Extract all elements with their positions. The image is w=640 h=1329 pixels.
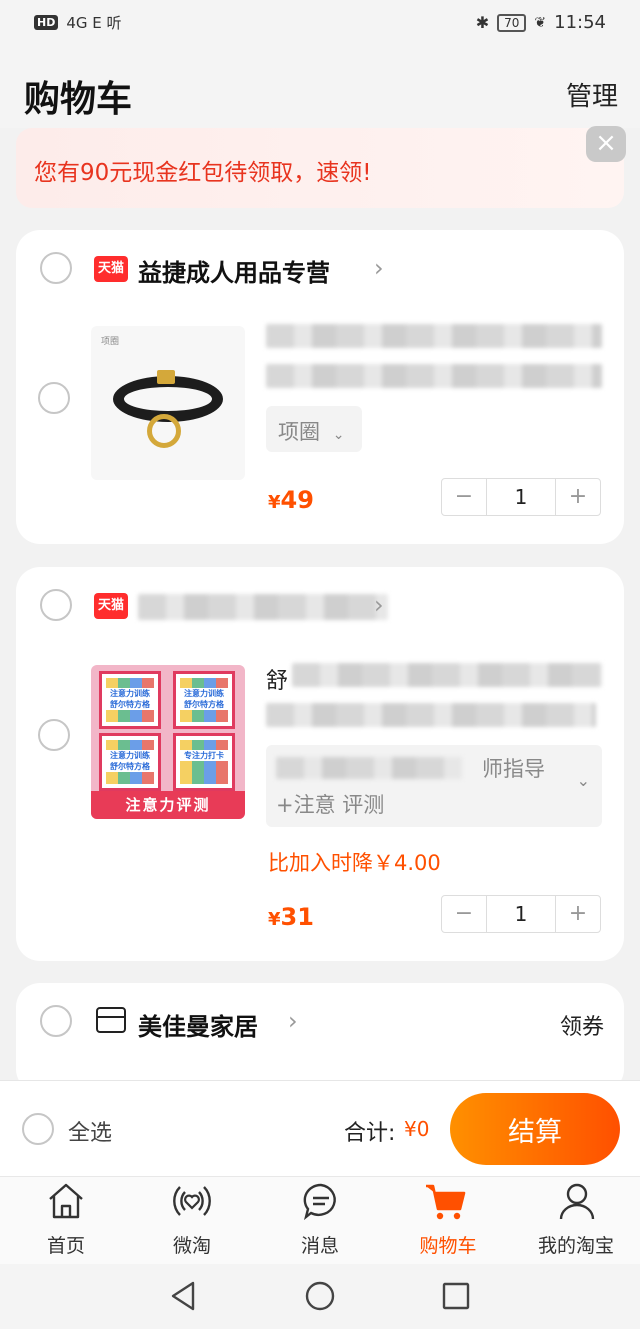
sku-text-blurred <box>276 757 462 779</box>
collar-ring <box>147 414 181 448</box>
tmall-badge: 天猫 <box>94 256 128 282</box>
sku-text-suffix: 师指导 <box>482 757 545 781</box>
status-bar: HD 4G E 听 ✱ 70 ❦ 11:54 <box>0 0 640 48</box>
quantity-stepper[interactable]: − 1 + <box>441 895 601 933</box>
close-icon[interactable]: × <box>586 126 626 162</box>
thumb-caption: 项圈 <box>101 337 120 347</box>
total-value: ¥0 <box>404 1117 430 1141</box>
message-icon <box>303 1183 336 1221</box>
quantity-stepper[interactable]: − 1 + <box>441 478 601 516</box>
page-title: 购物车 <box>24 79 133 120</box>
store-card-3: 美佳曼家居 › 领券 <box>16 983 624 1093</box>
item-title-blurred[interactable] <box>266 324 602 348</box>
select-all-label[interactable]: 全选 <box>68 1115 112 1147</box>
recents-icon[interactable] <box>441 1281 471 1311</box>
status-left: HD 4G E 听 <box>34 12 122 33</box>
chevron-right-icon: › <box>374 254 384 282</box>
item-thumbnail[interactable]: 注意力训练 舒尔特方格 注意力训练 舒尔特方格 注意力训练 舒尔特方格 专注力打… <box>91 665 245 819</box>
tab-cart[interactable]: 购物车 <box>384 1177 512 1265</box>
tab-weitao[interactable]: 微淘 <box>128 1177 256 1265</box>
banner-text: 您有90元现金红包待领取，速领! <box>34 160 372 186</box>
tab-bar: 首页 微淘 消息 购物车 我的淘宝 <box>0 1176 640 1264</box>
red-packet-banner[interactable]: 您有90元现金红包待领取，速领! × <box>16 126 626 208</box>
price-value: 31 <box>280 903 314 931</box>
checkout-button[interactable]: 结算 <box>450 1093 620 1165</box>
item-select-radio[interactable] <box>38 719 70 751</box>
tmall-badge: 天猫 <box>94 593 128 619</box>
store-icon <box>96 1007 126 1033</box>
hd-badge: HD <box>34 15 59 30</box>
thumb-label: 注意力评测 <box>91 791 245 819</box>
chevron-right-icon: › <box>374 591 384 619</box>
tab-label: 首页 <box>46 1235 85 1257</box>
card-tile: 注意力训练 舒尔特方格 <box>173 671 235 729</box>
item-select-radio[interactable] <box>38 382 70 414</box>
tab-messages[interactable]: 消息 <box>256 1177 384 1265</box>
bluetooth-icon: ✱ <box>475 13 490 32</box>
plus-icon[interactable]: + <box>556 479 600 515</box>
store-select-radio[interactable] <box>40 252 72 284</box>
total-label: 合计: <box>344 1121 396 1146</box>
chevron-right-icon: › <box>288 1007 298 1035</box>
home-circle-icon[interactable] <box>304 1280 336 1312</box>
item-price: ¥49 <box>268 486 314 514</box>
manage-button[interactable]: 管理 <box>566 76 618 113</box>
card-tile: 注意力训练 舒尔特方格 <box>99 671 161 729</box>
checkout-bar: 全选 合计: ¥0 结算 <box>0 1080 640 1176</box>
feed-icon <box>173 1186 211 1216</box>
tab-label: 消息 <box>300 1235 339 1257</box>
store-card-2: 天猫 › 注意力训练 舒尔特方格 注意力训练 舒尔特方格 注意力训练 舒尔特方格… <box>16 567 624 961</box>
tab-label: 购物车 <box>419 1235 477 1257</box>
price-value: 49 <box>280 486 314 514</box>
shop-name[interactable]: 益捷成人用品专营 <box>138 253 330 288</box>
status-right: ✱ 70 ❦ 11:54 <box>476 12 606 33</box>
item-thumbnail[interactable]: 项圈 <box>91 326 245 480</box>
price-drop-note: 比加入时降￥4.00 <box>268 851 441 875</box>
plus-icon[interactable]: + <box>556 896 600 932</box>
store-select-radio[interactable] <box>40 1005 72 1037</box>
minus-icon[interactable]: − <box>442 896 486 932</box>
store-select-radio[interactable] <box>40 589 72 621</box>
card-tile: 注意力训练 舒尔特方格 <box>99 733 161 791</box>
tab-label: 微淘 <box>172 1235 211 1257</box>
network-text: 4G E 听 <box>66 14 122 32</box>
quantity-value[interactable]: 1 <box>486 479 556 515</box>
back-icon[interactable] <box>168 1280 198 1312</box>
system-nav-bar <box>0 1264 640 1329</box>
shop-name[interactable]: 美佳曼家居 <box>138 1007 258 1042</box>
chevron-down-icon: ⌄ <box>332 427 345 443</box>
tab-label: 我的淘宝 <box>537 1235 614 1257</box>
quantity-value[interactable]: 1 <box>486 896 556 932</box>
store-card-1: 天猫 益捷成人用品专营 › 项圈 项圈 ⌄ ¥49 − 1 + <box>16 230 624 544</box>
item-price: ¥31 <box>268 903 314 931</box>
minus-icon[interactable]: − <box>442 479 486 515</box>
price-symbol: ¥ <box>268 492 281 513</box>
item-title-blurred-line2[interactable] <box>266 364 602 388</box>
battery-icon: 70 <box>497 13 527 32</box>
price-symbol: ¥ <box>268 909 281 930</box>
item-title-prefix[interactable]: 舒 <box>266 663 288 695</box>
sku-selector[interactable]: 项圈 ⌄ <box>266 406 362 452</box>
home-icon <box>49 1183 83 1219</box>
leaf-icon: ❦ <box>534 14 547 31</box>
sku-text: 项圈 <box>278 420 320 444</box>
chevron-down-icon: ⌄ <box>576 771 590 790</box>
collar-buckle <box>157 370 175 384</box>
item-title-blurred-line2[interactable] <box>266 703 596 727</box>
cart-icon <box>426 1184 466 1220</box>
select-all-radio[interactable] <box>22 1113 54 1145</box>
card-tile: 专注力打卡 <box>173 733 235 791</box>
sku-selector[interactable]: 师指导 +注意 评测 ⌄ <box>266 745 602 827</box>
sku-line-2: +注意 评测 <box>276 793 385 817</box>
item-title-blurred[interactable] <box>292 663 602 687</box>
coupon-button[interactable]: 领券 <box>560 1009 604 1041</box>
tab-home[interactable]: 首页 <box>2 1177 130 1265</box>
tab-profile[interactable]: 我的淘宝 <box>512 1177 640 1265</box>
clock: 11:54 <box>554 12 606 33</box>
profile-icon <box>559 1183 595 1220</box>
shop-name-blurred[interactable] <box>138 594 388 620</box>
page-header: 购物车 管理 <box>0 48 640 128</box>
